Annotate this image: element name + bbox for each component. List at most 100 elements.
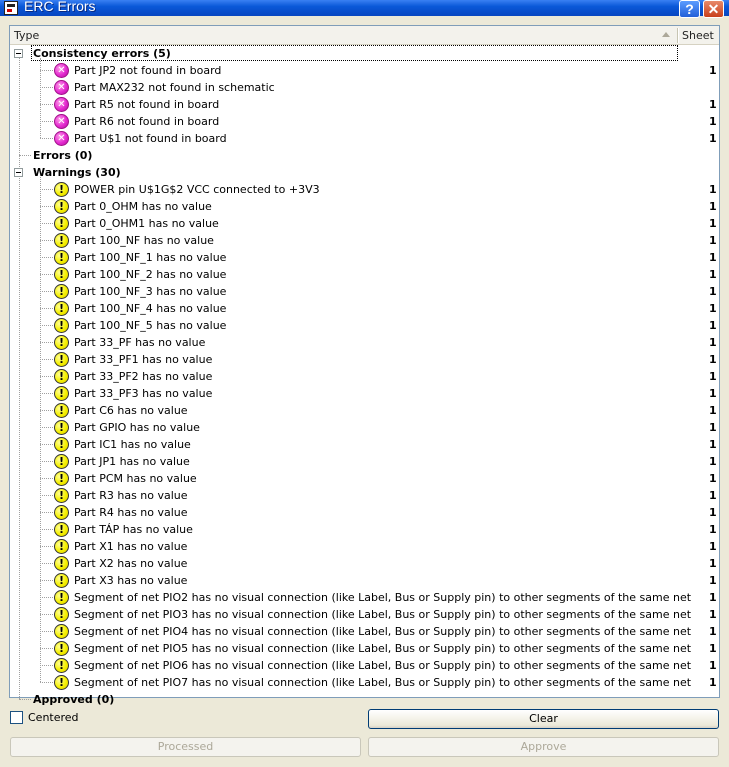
tree-connector — [40, 580, 53, 581]
list-item[interactable]: ! Segment of net PIO2 has no visual conne… — [10, 589, 719, 606]
list-item[interactable]: ! Part X1 has no value 1 — [10, 538, 719, 555]
tree-connector — [40, 291, 53, 292]
list-item[interactable]: ! Part 0_OHM1 has no value 1 — [10, 215, 719, 232]
sheet-column-header[interactable]: Sheet — [682, 29, 714, 42]
item-label: POWER pin U$1G$2 VCC connected to +3V3 — [74, 183, 320, 196]
warning-exclamation-icon: ! — [54, 199, 69, 214]
help-button[interactable]: ? — [679, 0, 700, 18]
list-item[interactable]: ! Part 33_PF1 has no value 1 — [10, 351, 719, 368]
tree-connector — [40, 631, 53, 632]
sheet-number: 1 — [709, 506, 717, 519]
list-item[interactable]: ✕ Part R5 not found in board 1 — [10, 96, 719, 113]
item-label: Part 0_OHM1 has no value — [74, 217, 219, 230]
tree-connector — [40, 563, 53, 564]
close-button[interactable]: ✕ — [703, 0, 724, 18]
tree-connector — [40, 223, 53, 224]
item-label: Segment of net PIO2 has no visual connec… — [74, 591, 692, 604]
warning-exclamation-icon: ! — [54, 216, 69, 231]
list-item[interactable]: ✕ Part JP2 not found in board 1 — [10, 62, 719, 79]
list-item[interactable]: ! Part 33_PF has no value 1 — [10, 334, 719, 351]
warning-exclamation-icon: ! — [54, 556, 69, 571]
group-consistency-errors[interactable]: Consistency errors (5) — [10, 45, 719, 62]
clear-button[interactable]: Clear — [368, 709, 719, 729]
window-title: ERC Errors — [24, 0, 96, 14]
list-item[interactable]: ! Part 100_NF_1 has no value 1 — [10, 249, 719, 266]
list-item[interactable]: ! Part 100_NF has no value 1 — [10, 232, 719, 249]
sheet-number: 1 — [709, 217, 717, 230]
item-label: Part 100_NF_4 has no value — [74, 302, 227, 315]
group-warnings[interactable]: Warnings (30) — [10, 164, 719, 181]
item-label: Part 33_PF has no value — [74, 336, 206, 349]
list-item[interactable]: ! Segment of net PIO7 has no visual conne… — [10, 674, 719, 691]
approve-button[interactable]: Approve — [368, 737, 719, 757]
type-column-header[interactable]: Type — [14, 29, 39, 42]
list-item[interactable]: ! Part GPIO has no value 1 — [10, 419, 719, 436]
tree-connector — [40, 189, 53, 190]
tree-connector — [40, 512, 53, 513]
app-icon — [4, 1, 18, 15]
warning-exclamation-icon: ! — [54, 488, 69, 503]
sheet-number: 1 — [709, 404, 717, 417]
list-item[interactable]: ! Segment of net PIO5 has no visual conne… — [10, 640, 719, 657]
collapse-icon[interactable] — [14, 168, 23, 177]
list-item[interactable]: ✕ Part U$1 not found in board 1 — [10, 130, 719, 147]
list-item[interactable]: ! Part JP1 has no value 1 — [10, 453, 719, 470]
list-item[interactable]: ! Part 33_PF2 has no value 1 — [10, 368, 719, 385]
title-bar[interactable]: ERC Errors ? ✕ — [0, 0, 729, 18]
list-item[interactable]: ✕ Part MAX232 not found in schematic — [10, 79, 719, 96]
list-item[interactable]: ! POWER pin U$1G$2 VCC connected to +3V3 1 — [10, 181, 719, 198]
group-approved[interactable]: Approved (0) — [10, 691, 719, 708]
collapse-icon[interactable] — [14, 49, 23, 58]
list-item[interactable]: ! Part IC1 has no value 1 — [10, 436, 719, 453]
list-item[interactable]: ! Part 100_NF_2 has no value 1 — [10, 266, 719, 283]
list-item[interactable]: ✕ Part R6 not found in board 1 — [10, 113, 719, 130]
list-item[interactable]: ! Part 33_PF3 has no value 1 — [10, 385, 719, 402]
list-item[interactable]: ! Part 100_NF_3 has no value 1 — [10, 283, 719, 300]
sheet-number: 1 — [709, 608, 717, 621]
tree-connector — [40, 325, 53, 326]
warning-exclamation-icon: ! — [54, 386, 69, 401]
item-label: Part R5 not found in board — [74, 98, 220, 111]
sheet-number: 1 — [709, 336, 717, 349]
column-divider[interactable] — [677, 28, 679, 43]
list-item[interactable]: ! Part 100_NF_4 has no value 1 — [10, 300, 719, 317]
erc-errors-window: ERC Errors ? ✕ Type Sheet Consistency er… — [0, 0, 729, 767]
list-item[interactable]: ! Part X3 has no value 1 — [10, 572, 719, 589]
sheet-number: 1 — [709, 251, 717, 264]
tree-connector — [40, 240, 53, 241]
group-label: Consistency errors (5) — [33, 47, 171, 60]
tree-connector — [40, 648, 53, 649]
error-x-icon: ✕ — [54, 97, 69, 112]
sheet-number: 1 — [709, 591, 717, 604]
list-item[interactable]: ! Segment of net PIO4 has no visual conne… — [10, 623, 719, 640]
tree-connector — [40, 274, 53, 275]
list-item[interactable]: ! Segment of net PIO6 has no visual conne… — [10, 657, 719, 674]
item-label: Part MAX232 not found in schematic — [74, 81, 275, 94]
sheet-number: 1 — [709, 642, 717, 655]
list-item[interactable]: ! Part 100_NF_5 has no value 1 — [10, 317, 719, 334]
warning-exclamation-icon: ! — [54, 624, 69, 639]
tree-connector — [40, 104, 53, 105]
warning-exclamation-icon: ! — [54, 420, 69, 435]
sheet-number: 1 — [709, 540, 717, 553]
tree-connector — [40, 495, 53, 496]
list-item[interactable]: ! Part PCM has no value 1 — [10, 470, 719, 487]
sheet-number: 1 — [709, 64, 717, 77]
list-item[interactable]: ! Part 0_OHM has no value 1 — [10, 198, 719, 215]
item-label: Part 100_NF_2 has no value — [74, 268, 227, 281]
item-label: Part R4 has no value — [74, 506, 188, 519]
list-item[interactable]: ! Part TÁP has no value 1 — [10, 521, 719, 538]
list-item[interactable]: ! Segment of net PIO3 has no visual conne… — [10, 606, 719, 623]
list-item[interactable]: ! Part C6 has no value 1 — [10, 402, 719, 419]
centered-checkbox[interactable] — [10, 711, 23, 724]
group-errors[interactable]: Errors (0) — [10, 147, 719, 164]
list-item[interactable]: ! Part X2 has no value 1 — [10, 555, 719, 572]
centered-label: Centered — [28, 711, 79, 724]
tree-connector — [40, 138, 53, 139]
list-item[interactable]: ! Part R3 has no value 1 — [10, 487, 719, 504]
processed-button[interactable]: Processed — [10, 737, 361, 757]
list-item[interactable]: ! Part R4 has no value 1 — [10, 504, 719, 521]
sheet-number: 1 — [709, 574, 717, 587]
erc-tree-view[interactable]: Type Sheet Consistency errors (5) ✕ Part J… — [9, 25, 720, 706]
warning-exclamation-icon: ! — [54, 369, 69, 384]
